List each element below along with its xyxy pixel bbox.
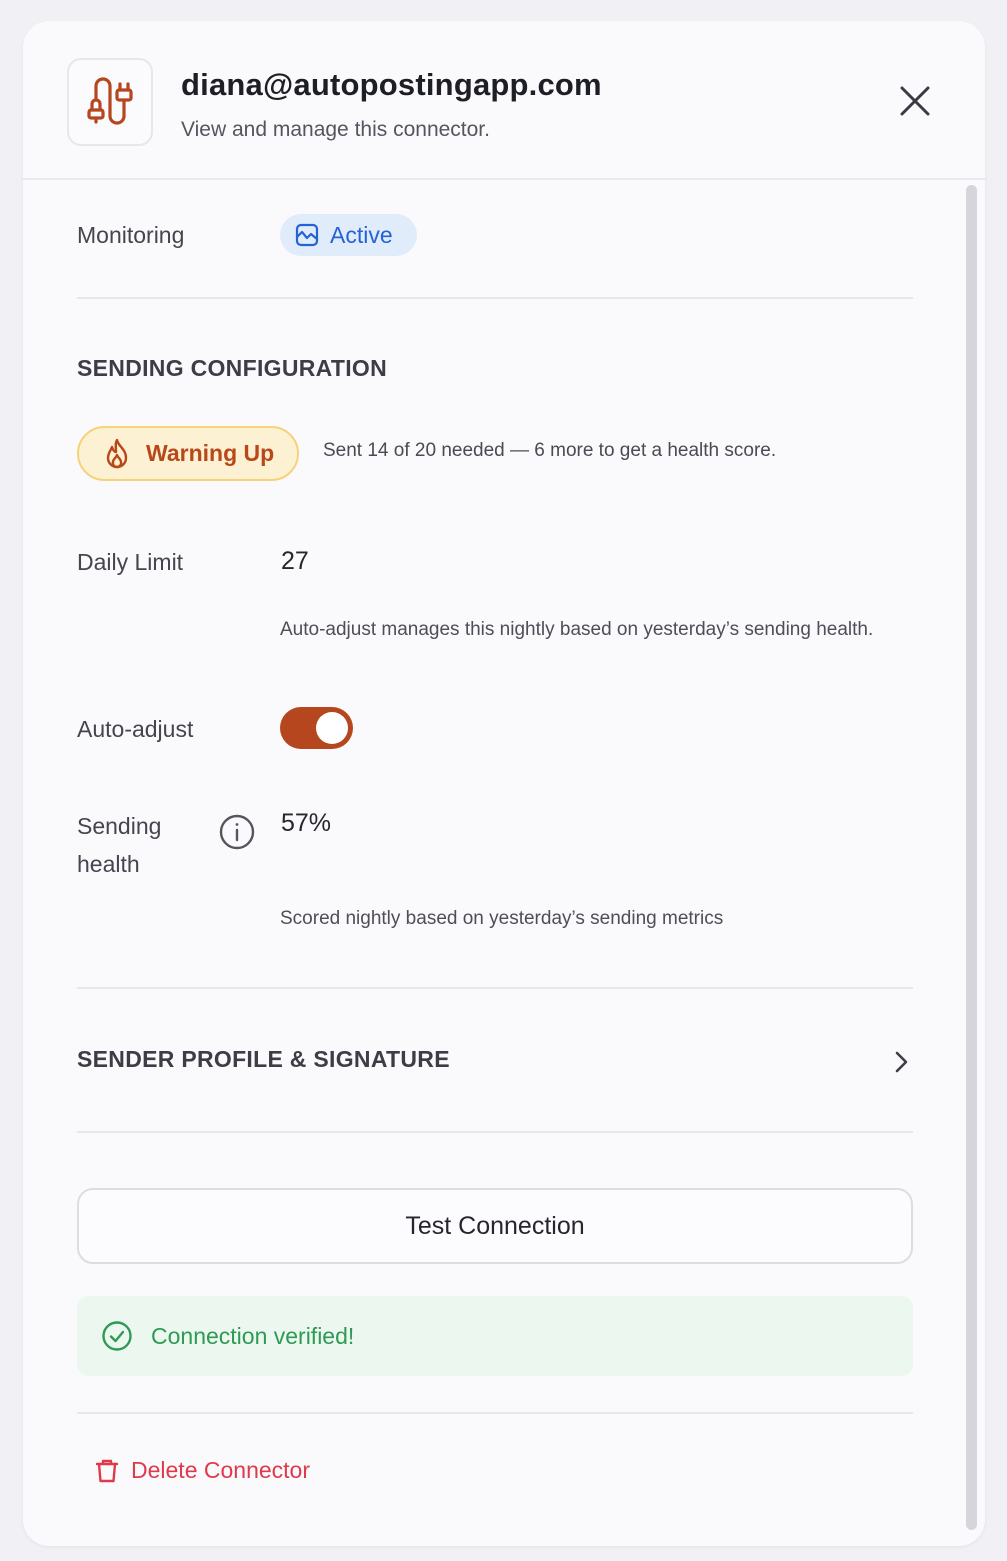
sender-profile-section-toggle[interactable]: SENDER PROFILE & SIGNATURE xyxy=(77,1031,913,1091)
auto-adjust-toggle[interactable] xyxy=(280,707,353,749)
check-circle-icon xyxy=(101,1320,133,1352)
sending-health-label-line1: Sending xyxy=(77,813,162,839)
warmup-status-text: Warning Up xyxy=(146,440,275,466)
plug-connector-icon xyxy=(67,58,153,146)
daily-limit-helper: Auto-adjust manages this nightly based o… xyxy=(280,619,874,640)
warmup-progress-text: Sent 14 of 20 needed — 6 more to get a h… xyxy=(323,440,777,461)
divider xyxy=(77,1412,913,1414)
page-title: diana@autopostingapp.com xyxy=(181,67,602,102)
sender-profile-title: SENDER PROFILE & SIGNATURE xyxy=(77,1046,450,1072)
delete-connector-button[interactable]: Delete Connector xyxy=(95,1457,310,1484)
chart-monitor-icon xyxy=(295,223,319,247)
close-icon xyxy=(900,86,930,116)
connector-panel: diana@autopostingapp.com View and manage… xyxy=(23,21,985,1546)
divider xyxy=(77,987,913,989)
daily-limit-value[interactable]: 27 xyxy=(281,547,309,576)
test-connection-button[interactable]: Test Connection xyxy=(77,1188,913,1264)
info-icon[interactable] xyxy=(218,813,256,851)
daily-limit-label: Daily Limit xyxy=(77,549,184,575)
monitoring-status-badge[interactable]: Active xyxy=(280,214,417,256)
sending-health-helper: Scored nightly based on yesterday’s send… xyxy=(280,908,724,929)
warmup-status-badge: Warning Up xyxy=(77,426,299,481)
divider xyxy=(77,1131,913,1133)
trash-icon xyxy=(95,1458,119,1484)
chevron-right-icon xyxy=(890,1049,912,1075)
sending-health-label: Sending health xyxy=(77,807,161,883)
flame-icon xyxy=(102,438,132,470)
sending-health-value: 57% xyxy=(281,809,332,837)
monitoring-label: Monitoring xyxy=(77,222,185,248)
delete-connector-label: Delete Connector xyxy=(131,1457,310,1483)
panel-header: diana@autopostingapp.com View and manage… xyxy=(23,21,985,180)
monitoring-status-text: Active xyxy=(330,221,393,248)
scrollbar[interactable] xyxy=(966,185,977,1530)
page-subtitle: View and manage this connector. xyxy=(181,118,490,141)
sending-configuration-title: SENDING CONFIGURATION xyxy=(77,355,387,381)
auto-adjust-label: Auto-adjust xyxy=(77,716,194,742)
close-button[interactable] xyxy=(895,81,935,121)
toggle-knob xyxy=(316,712,348,744)
divider xyxy=(77,297,913,299)
sending-health-label-line2: health xyxy=(77,851,140,877)
connection-verified-alert: Connection verified! xyxy=(77,1296,913,1376)
connection-verified-text: Connection verified! xyxy=(151,1322,355,1349)
